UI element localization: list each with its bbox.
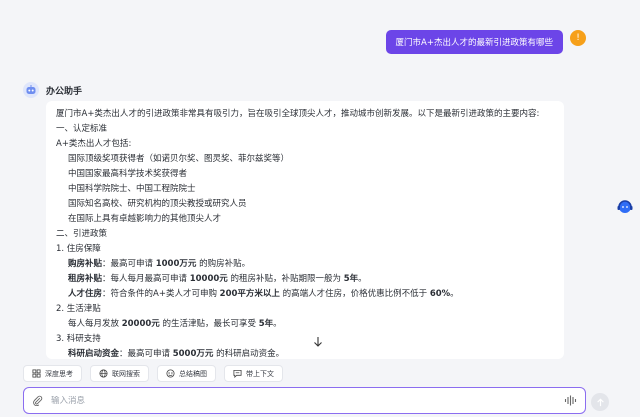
send-button[interactable] — [591, 393, 609, 411]
message-input-box — [23, 387, 586, 414]
answer-intro: 厦门市A+类杰出人才的引进政策非常具有吸引力，旨在吸引全球顶尖人才，推动城市创新… — [56, 109, 540, 119]
item-label: 购房补贴 — [68, 259, 103, 269]
include-label: A+类杰出人才包括: — [56, 139, 132, 149]
context-icon — [233, 369, 242, 378]
bot-avatar-icon — [23, 82, 39, 98]
section-heading-policy: 二、引进政策 — [56, 229, 108, 239]
section-heading-criteria: 一、认定标准 — [56, 124, 108, 134]
summary-button[interactable]: 总结稿图 — [157, 365, 216, 382]
research-item: 科研启动资金：最高可申请 5000万元 的科研启动资金。 — [68, 349, 285, 359]
message-input[interactable] — [51, 395, 564, 406]
globe-icon — [99, 369, 108, 378]
living-item: 每人每月发放 20000元 的生活津贴，最长可享受 5年。 — [68, 319, 282, 329]
web-search-button[interactable]: 联网搜索 — [90, 365, 149, 382]
tool-label: 联网搜索 — [112, 369, 140, 378]
tool-label: 深度思考 — [45, 369, 73, 378]
deep-think-icon — [32, 369, 41, 378]
attachment-icon[interactable] — [32, 395, 43, 406]
criteria-item: 中国国家最高科学技术奖获得者 — [68, 169, 188, 179]
criteria-item: 国际知名高校、研究机构的顶尖教授或研究人员 — [68, 199, 247, 209]
item-label: 科研启动资金 — [68, 349, 120, 359]
user-message-bubble: 厦门市A+杰出人才的最新引进政策有哪些 — [385, 30, 563, 54]
housing-item-talent-house: 人才住房：符合条件的A+类人才可申购 200平方米以上 的高端人才住房，价格优惠… — [68, 289, 459, 299]
tool-label: 总结稿图 — [179, 369, 207, 378]
voice-wave-icon[interactable] — [564, 395, 577, 406]
living-title: 2. 生活津贴 — [56, 304, 101, 314]
scroll-down-arrow-icon[interactable] — [312, 336, 324, 348]
user-avatar[interactable]: ! — [570, 30, 586, 46]
context-button[interactable]: 带上下文 — [224, 365, 283, 382]
housing-item-purchase: 购房补贴：最高可申请 1000万元 的购房补贴。 — [68, 259, 251, 269]
bot-name: 办公助手 — [46, 87, 83, 97]
housing-item-rent: 租房补贴：每人每月最高可申请 10000元 的租房补贴，补贴期限一般为 5年。 — [68, 274, 367, 284]
tool-button-row: 深度思考 联网搜索 总结稿图 带上下文 — [23, 365, 283, 382]
user-message-row: 厦门市A+杰出人才的最新引进政策有哪些 — [385, 30, 563, 54]
criteria-item: 中国科学院院士、中国工程院院士 — [68, 184, 196, 194]
support-headset-icon[interactable] — [614, 196, 636, 218]
item-label: 租房补贴 — [68, 274, 103, 284]
item-label: 人才住房 — [68, 289, 103, 299]
criteria-item: 在国际上具有卓越影响力的其他顶尖人才 — [68, 214, 222, 224]
criteria-item: 国际顶级奖项获得者（如诺贝尔奖、图灵奖、菲尔兹奖等） — [68, 154, 290, 164]
arrow-up-icon — [596, 398, 604, 406]
summary-icon — [166, 369, 175, 378]
bot-answer-card: 厦门市A+类杰出人才的引进政策非常具有吸引力，旨在吸引全球顶尖人才，推动城市创新… — [46, 101, 564, 359]
housing-title: 1. 住房保障 — [56, 244, 101, 254]
deep-think-button[interactable]: 深度思考 — [23, 365, 82, 382]
tool-label: 带上下文 — [246, 369, 274, 378]
research-title: 3. 科研支持 — [56, 334, 101, 344]
